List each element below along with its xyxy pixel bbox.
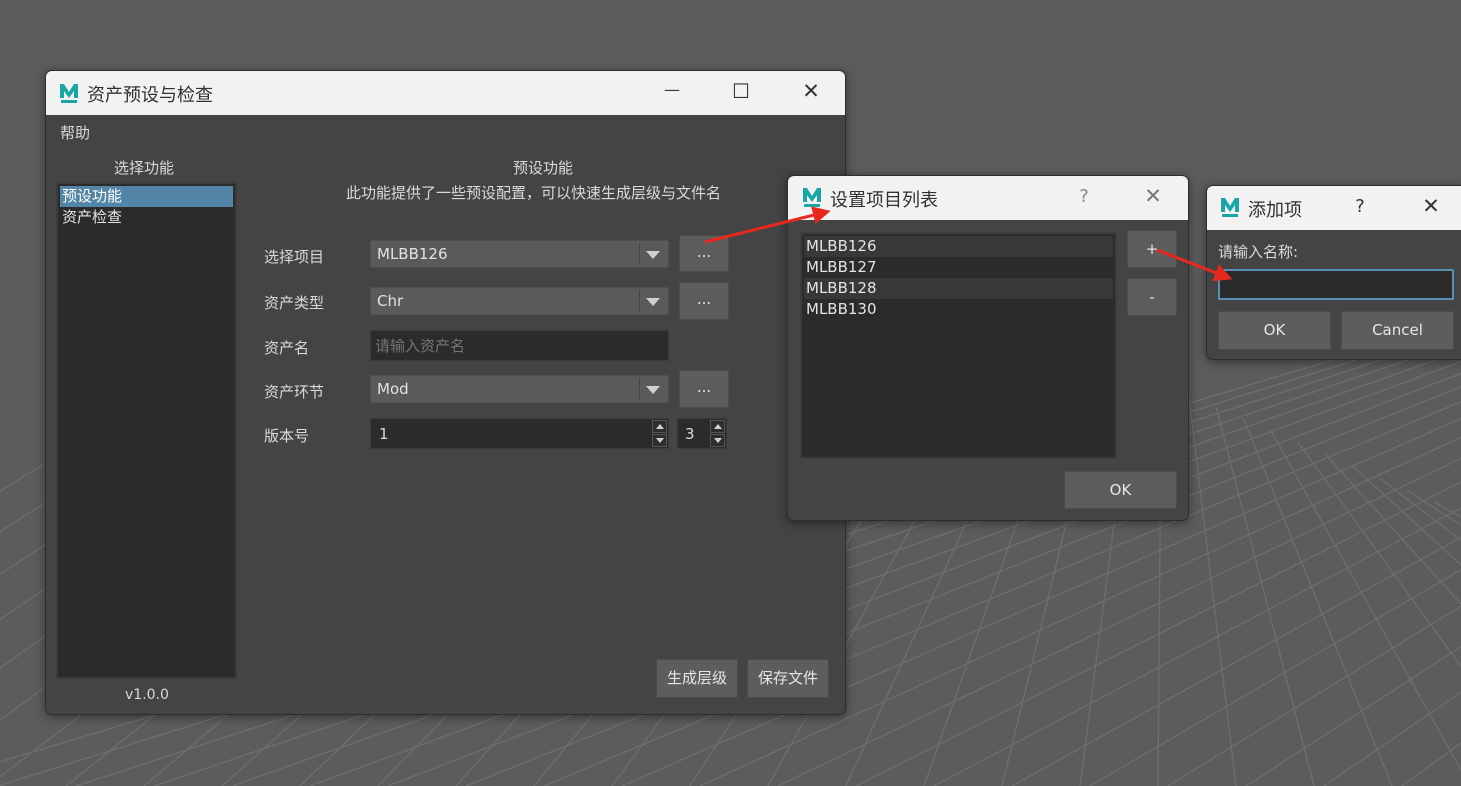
save-file-button[interactable]: 保存文件 (747, 659, 829, 698)
version-down-icon[interactable] (652, 434, 667, 447)
project-list-ok-button[interactable]: OK (1064, 471, 1177, 509)
project-list-dialog: 设置项目列表 ? ✕ MLBB126 MLBB127 MLBB128 MLBB1… (787, 175, 1189, 521)
help-button[interactable]: ? (1350, 196, 1370, 217)
project-list-item[interactable]: MLBB128 (804, 278, 1113, 299)
padding-up-icon[interactable] (710, 420, 725, 433)
project-list-item[interactable]: MLBB126 (804, 236, 1113, 257)
padding-spinbox[interactable]: 3 (677, 418, 727, 449)
chevron-down-icon (646, 298, 660, 306)
project-list[interactable]: MLBB126 MLBB127 MLBB128 MLBB130 (800, 232, 1117, 459)
asset-type-combo-value: Chr (377, 292, 404, 310)
function-list[interactable]: 预设功能 资产检查 (56, 182, 237, 679)
close-button[interactable]: ✕ (1140, 184, 1166, 208)
right-panel-heading: 预设功能 (513, 159, 574, 177)
project-label: 选择项目 (264, 248, 325, 266)
name-prompt-label: 请输入名称: (1218, 243, 1299, 261)
add-item-dialog: 添加项 ? ✕ 请输入名称: OK Cancel (1206, 185, 1461, 360)
asset-stage-combo[interactable]: Mod (370, 375, 669, 403)
maya-logo-icon (1219, 196, 1241, 218)
project-list-item[interactable]: MLBB130 (804, 299, 1113, 320)
maximize-button[interactable]: ☐ (729, 79, 753, 103)
left-panel-heading: 选择功能 (114, 159, 175, 177)
chevron-down-icon (646, 251, 660, 259)
maya-logo-icon (58, 82, 80, 104)
version-spinbox[interactable]: 1 (370, 418, 669, 449)
asset-type-combo[interactable]: Chr (370, 287, 669, 315)
help-button[interactable]: ? (1074, 186, 1094, 207)
padding-spinbox-value: 3 (685, 425, 695, 443)
remove-project-button[interactable]: - (1127, 278, 1177, 316)
asset-name-label: 资产名 (264, 339, 310, 357)
minimize-button[interactable]: — (660, 80, 684, 99)
add-item-titlebar[interactable]: 添加项 ? ✕ (1207, 186, 1461, 230)
main-window-title: 资产预设与检查 (87, 85, 213, 106)
asset-name-input[interactable] (370, 330, 669, 361)
close-button[interactable]: ✕ (1418, 194, 1444, 218)
asset-type-label: 资产类型 (264, 294, 325, 312)
asset-stage-label: 资产环节 (264, 383, 325, 401)
version-up-icon[interactable] (652, 420, 667, 433)
version-label: v1.0.0 (125, 687, 169, 703)
asset-stage-combo-value: Mod (377, 380, 409, 398)
asset-type-settings-button[interactable]: ... (679, 282, 729, 320)
project-list-title: 设置项目列表 (830, 190, 938, 211)
menu-help[interactable]: 帮助 (60, 122, 90, 143)
add-item-title: 添加项 (1248, 200, 1302, 221)
chevron-down-icon (646, 386, 660, 394)
project-list-titlebar[interactable]: 设置项目列表 ? ✕ (788, 176, 1188, 220)
asset-stage-settings-button[interactable]: ... (679, 370, 729, 408)
right-panel-description: 此功能提供了一些预设配置，可以快速生成层级与文件名 (346, 184, 722, 202)
version-spinbox-value: 1 (379, 425, 389, 443)
project-settings-button[interactable]: ... (679, 235, 729, 272)
project-list-item[interactable]: MLBB127 (804, 257, 1113, 278)
maya-logo-icon (801, 186, 823, 208)
project-combo-value: MLBB126 (377, 245, 448, 263)
padding-down-icon[interactable] (710, 434, 725, 447)
function-item-check[interactable]: 资产检查 (60, 207, 233, 228)
version-number-label: 版本号 (264, 427, 310, 445)
generate-hierarchy-button[interactable]: 生成层级 (656, 659, 738, 698)
main-window: 资产预设与检查 — ☐ ✕ 帮助 选择功能 预设功能 资产检查 v1.0.0 预… (45, 70, 846, 715)
add-project-button[interactable]: + (1127, 230, 1177, 268)
close-button[interactable]: ✕ (798, 79, 824, 103)
project-combo[interactable]: MLBB126 (370, 240, 669, 268)
name-input[interactable] (1218, 269, 1454, 300)
main-titlebar[interactable]: 资产预设与检查 — ☐ ✕ (46, 71, 845, 115)
function-item-preset[interactable]: 预设功能 (60, 186, 233, 207)
add-item-cancel-button[interactable]: Cancel (1341, 311, 1454, 350)
add-item-ok-button[interactable]: OK (1218, 311, 1331, 350)
